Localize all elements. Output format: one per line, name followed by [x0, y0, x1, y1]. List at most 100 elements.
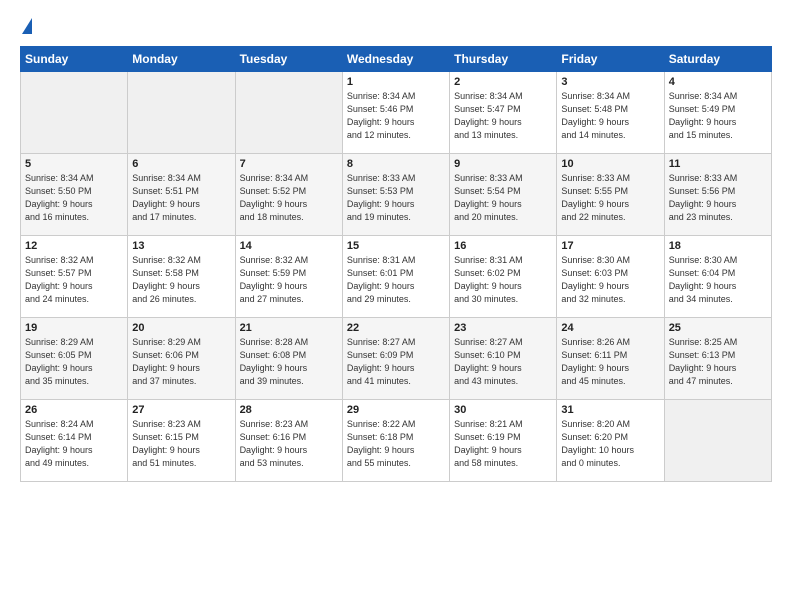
day-info: Sunrise: 8:24 AM Sunset: 6:14 PM Dayligh… [25, 418, 123, 470]
day-number: 8 [347, 158, 445, 170]
calendar-cell: 31 Sunrise: 8:20 AM Sunset: 6:20 PM Dayli… [557, 400, 664, 482]
day-info: Sunrise: 8:25 AM Sunset: 6:13 PM Dayligh… [669, 336, 767, 388]
day-number: 20 [132, 322, 230, 334]
calendar-cell: 22 Sunrise: 8:27 AM Sunset: 6:09 PM Dayli… [342, 318, 449, 400]
logo-icon [22, 18, 32, 34]
logo-text [20, 18, 32, 36]
day-info: Sunrise: 8:20 AM Sunset: 6:20 PM Dayligh… [561, 418, 659, 470]
week-row-5: 26 Sunrise: 8:24 AM Sunset: 6:14 PM Dayli… [21, 400, 772, 482]
day-number: 11 [669, 158, 767, 170]
day-info: Sunrise: 8:33 AM Sunset: 5:56 PM Dayligh… [669, 172, 767, 224]
weekday-header-saturday: Saturday [664, 47, 771, 72]
calendar-cell [235, 72, 342, 154]
day-number: 26 [25, 404, 123, 416]
day-number: 30 [454, 404, 552, 416]
calendar-cell: 13 Sunrise: 8:32 AM Sunset: 5:58 PM Dayli… [128, 236, 235, 318]
calendar-cell: 26 Sunrise: 8:24 AM Sunset: 6:14 PM Dayli… [21, 400, 128, 482]
calendar-cell: 3Sunrise: 8:34 AM Sunset: 5:48 PM Daylig… [557, 72, 664, 154]
weekday-header-sunday: Sunday [21, 47, 128, 72]
day-number: 9 [454, 158, 552, 170]
calendar-cell: 29Sunrise: 8:22 AM Sunset: 6:18 PM Dayli… [342, 400, 449, 482]
calendar-cell: 30 Sunrise: 8:21 AM Sunset: 6:19 PM Dayli… [450, 400, 557, 482]
day-info: Sunrise: 8:34 AM Sunset: 5:47 PM Dayligh… [454, 90, 552, 142]
day-info: Sunrise: 8:30 AM Sunset: 6:03 PM Dayligh… [561, 254, 659, 306]
weekday-header-row: SundayMondayTuesdayWednesdayThursdayFrid… [21, 47, 772, 72]
day-number: 24 [561, 322, 659, 334]
header [20, 18, 772, 36]
day-info: Sunrise: 8:34 AM Sunset: 5:52 PM Dayligh… [240, 172, 338, 224]
calendar: SundayMondayTuesdayWednesdayThursdayFrid… [20, 46, 772, 482]
calendar-cell: 2Sunrise: 8:34 AM Sunset: 5:47 PM Daylig… [450, 72, 557, 154]
day-info: Sunrise: 8:21 AM Sunset: 6:19 PM Dayligh… [454, 418, 552, 470]
day-info: Sunrise: 8:23 AM Sunset: 6:16 PM Dayligh… [240, 418, 338, 470]
day-info: Sunrise: 8:33 AM Sunset: 5:54 PM Dayligh… [454, 172, 552, 224]
calendar-cell: 18Sunrise: 8:30 AM Sunset: 6:04 PM Dayli… [664, 236, 771, 318]
day-info: Sunrise: 8:23 AM Sunset: 6:15 PM Dayligh… [132, 418, 230, 470]
calendar-cell: 1Sunrise: 8:34 AM Sunset: 5:46 PM Daylig… [342, 72, 449, 154]
calendar-cell: 16Sunrise: 8:31 AM Sunset: 6:02 PM Dayli… [450, 236, 557, 318]
day-number: 21 [240, 322, 338, 334]
day-number: 12 [25, 240, 123, 252]
calendar-cell: 11 Sunrise: 8:33 AM Sunset: 5:56 PM Dayli… [664, 154, 771, 236]
day-info: Sunrise: 8:33 AM Sunset: 5:53 PM Dayligh… [347, 172, 445, 224]
weekday-header-wednesday: Wednesday [342, 47, 449, 72]
day-info: Sunrise: 8:32 AM Sunset: 5:57 PM Dayligh… [25, 254, 123, 306]
day-number: 28 [240, 404, 338, 416]
day-info: Sunrise: 8:34 AM Sunset: 5:51 PM Dayligh… [132, 172, 230, 224]
day-info: Sunrise: 8:27 AM Sunset: 6:10 PM Dayligh… [454, 336, 552, 388]
calendar-cell: 27 Sunrise: 8:23 AM Sunset: 6:15 PM Dayli… [128, 400, 235, 482]
day-info: Sunrise: 8:29 AM Sunset: 6:06 PM Dayligh… [132, 336, 230, 388]
week-row-3: 12 Sunrise: 8:32 AM Sunset: 5:57 PM Dayli… [21, 236, 772, 318]
calendar-cell [664, 400, 771, 482]
day-info: Sunrise: 8:32 AM Sunset: 5:59 PM Dayligh… [240, 254, 338, 306]
calendar-cell: 10Sunrise: 8:33 AM Sunset: 5:55 PM Dayli… [557, 154, 664, 236]
day-number: 6 [132, 158, 230, 170]
calendar-cell [21, 72, 128, 154]
calendar-cell: 24Sunrise: 8:26 AM Sunset: 6:11 PM Dayli… [557, 318, 664, 400]
calendar-cell: 20 Sunrise: 8:29 AM Sunset: 6:06 PM Dayli… [128, 318, 235, 400]
calendar-cell: 4 Sunrise: 8:34 AM Sunset: 5:49 PM Daylig… [664, 72, 771, 154]
day-number: 25 [669, 322, 767, 334]
calendar-cell [128, 72, 235, 154]
day-number: 4 [669, 76, 767, 88]
day-number: 15 [347, 240, 445, 252]
day-info: Sunrise: 8:34 AM Sunset: 5:49 PM Dayligh… [669, 90, 767, 142]
day-info: Sunrise: 8:27 AM Sunset: 6:09 PM Dayligh… [347, 336, 445, 388]
logo [20, 18, 32, 36]
day-number: 29 [347, 404, 445, 416]
calendar-cell: 17 Sunrise: 8:30 AM Sunset: 6:03 PM Dayli… [557, 236, 664, 318]
day-number: 17 [561, 240, 659, 252]
weekday-header-tuesday: Tuesday [235, 47, 342, 72]
day-info: Sunrise: 8:29 AM Sunset: 6:05 PM Dayligh… [25, 336, 123, 388]
day-info: Sunrise: 8:32 AM Sunset: 5:58 PM Dayligh… [132, 254, 230, 306]
day-number: 14 [240, 240, 338, 252]
page: SundayMondayTuesdayWednesdayThursdayFrid… [0, 0, 792, 612]
calendar-cell: 9 Sunrise: 8:33 AM Sunset: 5:54 PM Daylig… [450, 154, 557, 236]
day-info: Sunrise: 8:30 AM Sunset: 6:04 PM Dayligh… [669, 254, 767, 306]
day-number: 27 [132, 404, 230, 416]
day-number: 13 [132, 240, 230, 252]
weekday-header-friday: Friday [557, 47, 664, 72]
day-info: Sunrise: 8:28 AM Sunset: 6:08 PM Dayligh… [240, 336, 338, 388]
day-number: 31 [561, 404, 659, 416]
calendar-cell: 8 Sunrise: 8:33 AM Sunset: 5:53 PM Daylig… [342, 154, 449, 236]
day-number: 7 [240, 158, 338, 170]
calendar-cell: 28 Sunrise: 8:23 AM Sunset: 6:16 PM Dayli… [235, 400, 342, 482]
calendar-cell: 7 Sunrise: 8:34 AM Sunset: 5:52 PM Daylig… [235, 154, 342, 236]
calendar-cell: 19 Sunrise: 8:29 AM Sunset: 6:05 PM Dayli… [21, 318, 128, 400]
day-info: Sunrise: 8:34 AM Sunset: 5:50 PM Dayligh… [25, 172, 123, 224]
day-number: 22 [347, 322, 445, 334]
day-info: Sunrise: 8:33 AM Sunset: 5:55 PM Dayligh… [561, 172, 659, 224]
calendar-cell: 23 Sunrise: 8:27 AM Sunset: 6:10 PM Dayli… [450, 318, 557, 400]
day-number: 5 [25, 158, 123, 170]
calendar-cell: 5 Sunrise: 8:34 AM Sunset: 5:50 PM Daylig… [21, 154, 128, 236]
week-row-2: 5 Sunrise: 8:34 AM Sunset: 5:50 PM Daylig… [21, 154, 772, 236]
calendar-cell: 12 Sunrise: 8:32 AM Sunset: 5:57 PM Dayli… [21, 236, 128, 318]
day-number: 19 [25, 322, 123, 334]
calendar-cell: 15Sunrise: 8:31 AM Sunset: 6:01 PM Dayli… [342, 236, 449, 318]
calendar-cell: 21 Sunrise: 8:28 AM Sunset: 6:08 PM Dayli… [235, 318, 342, 400]
week-row-1: 1Sunrise: 8:34 AM Sunset: 5:46 PM Daylig… [21, 72, 772, 154]
calendar-cell: 14 Sunrise: 8:32 AM Sunset: 5:59 PM Dayli… [235, 236, 342, 318]
weekday-header-thursday: Thursday [450, 47, 557, 72]
day-number: 23 [454, 322, 552, 334]
